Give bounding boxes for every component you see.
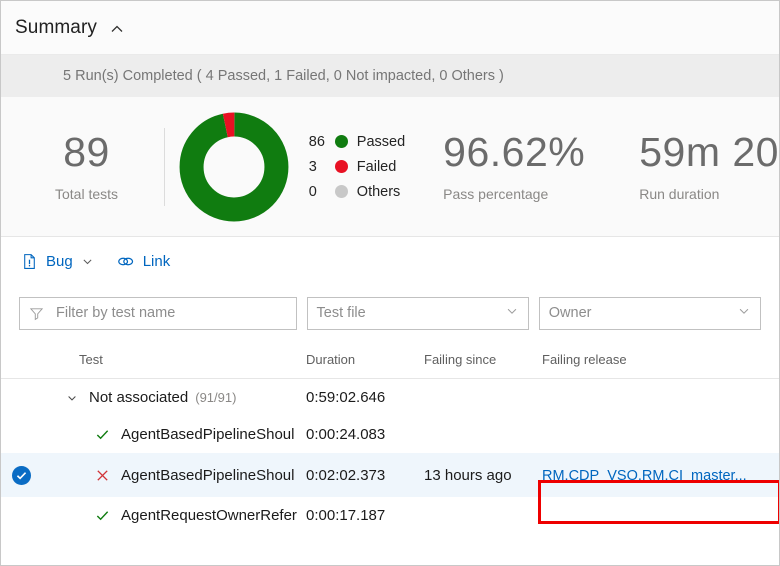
legend-label-others: Others xyxy=(356,183,401,200)
column-header-duration[interactable]: Duration xyxy=(306,352,424,367)
total-tests-stat: 89 Total tests xyxy=(1,128,164,203)
legend-item-passed: 86 Passed xyxy=(309,134,405,150)
link-button[interactable]: Link xyxy=(116,252,171,270)
outcome-donut-chart xyxy=(173,111,295,223)
bug-file-icon xyxy=(21,253,38,270)
test-name: AgentBasedPipelineShoul xyxy=(121,426,295,443)
row-failing-since: 13 hours ago xyxy=(424,466,512,484)
legend-dot-passed xyxy=(334,135,348,148)
failing-release-link[interactable]: RM.CDP_VSO.RM.CI_master... xyxy=(542,468,747,484)
legend-dot-failed xyxy=(334,160,348,173)
link-icon xyxy=(116,253,135,270)
row-select-cell[interactable] xyxy=(1,465,41,485)
run-duration-value: 59m 20 xyxy=(639,128,779,175)
page-title: Summary xyxy=(15,16,97,38)
chevron-down-icon[interactable] xyxy=(63,392,81,404)
bug-button-label: Bug xyxy=(46,252,73,270)
chevron-down-icon[interactable] xyxy=(737,304,751,322)
check-icon xyxy=(89,427,115,442)
filters-row: Filter by test name Test file Owner xyxy=(1,285,779,341)
funnel-icon xyxy=(29,306,44,321)
legend-label-failed: Failed xyxy=(356,158,397,175)
run-duration-stat: 59m 20 Run duration xyxy=(639,128,779,203)
filter-owner-value: Owner xyxy=(548,305,592,321)
legend-dot-others xyxy=(334,185,348,198)
link-button-label: Link xyxy=(142,252,171,270)
legend-count-failed: 3 xyxy=(308,158,317,175)
test-cell[interactable]: AgentRequestOwnerRefer xyxy=(41,507,306,524)
pass-percentage-label: Pass percentage xyxy=(443,186,549,203)
legend-count-passed: 86 xyxy=(308,133,325,150)
pass-percentage-value: 96.62% xyxy=(443,128,586,175)
filter-test-name-placeholder: Filter by test name xyxy=(56,305,176,321)
test-results-summary-panel: Summary 5 Run(s) Completed ( 4 Passed, 1… xyxy=(0,0,780,566)
row-duration: 0:00:24.083 xyxy=(306,426,386,443)
total-tests-label: Total tests xyxy=(55,186,119,203)
summary-header[interactable]: Summary xyxy=(1,1,779,55)
check-circle-filled-icon[interactable] xyxy=(11,465,31,485)
legend-label-passed: Passed xyxy=(356,133,406,150)
filter-test-name-field[interactable]: Filter by test name xyxy=(19,296,297,330)
row-duration: 0:00:17.187 xyxy=(306,507,386,524)
test-cell[interactable]: AgentBasedPipelineShoul xyxy=(41,467,306,484)
chevron-down-icon[interactable] xyxy=(81,255,94,268)
legend-count-others: 0 xyxy=(308,183,317,200)
runs-completed-bar: 5 Run(s) Completed ( 4 Passed, 1 Failed,… xyxy=(1,55,779,97)
group-count: (91/91) xyxy=(195,390,237,405)
column-header-failing-release[interactable]: Failing release xyxy=(542,352,779,367)
runs-completed-text: 5 Run(s) Completed ( 4 Passed, 1 Failed,… xyxy=(63,68,504,84)
test-cell[interactable]: AgentBasedPipelineShoul xyxy=(41,426,306,443)
legend-item-failed: 3 Failed xyxy=(309,159,405,175)
table-row[interactable]: AgentBasedPipelineShoul 0:02:02.373 13 h… xyxy=(1,453,779,497)
column-header-test[interactable]: Test xyxy=(41,352,306,367)
row-duration: 0:02:02.373 xyxy=(306,466,386,484)
filter-owner-dropdown[interactable]: Owner xyxy=(538,296,761,330)
test-name: AgentBasedPipelineShoul xyxy=(121,466,295,484)
run-duration-label: Run duration xyxy=(639,186,720,203)
chevron-down-icon[interactable] xyxy=(505,304,519,322)
actions-toolbar: Bug Link xyxy=(1,237,779,285)
results-table-header: Test Duration Failing since Failing rele… xyxy=(1,341,779,379)
bug-button[interactable]: Bug xyxy=(21,253,94,270)
donut-slice-passed xyxy=(179,112,289,221)
filter-test-file-dropdown[interactable]: Test file xyxy=(306,296,529,330)
row-failing-release-cell: RM.CDP_VSO.RM.CI_master... xyxy=(542,467,779,484)
chevron-up-icon[interactable] xyxy=(109,21,125,37)
legend-item-others: 0 Others xyxy=(309,184,405,200)
check-icon xyxy=(89,508,115,523)
stats-strip: 89 Total tests 86 Passed 3 Failed 0 Othe… xyxy=(1,97,779,237)
group-cell[interactable]: Not associated (91/91) xyxy=(41,389,306,406)
stats-divider xyxy=(164,127,165,206)
total-tests-value: 89 xyxy=(63,128,110,175)
table-row[interactable]: AgentRequestOwnerRefer 0:00:17.187 xyxy=(1,497,779,534)
filter-test-file-value: Test file xyxy=(316,305,366,321)
x-icon xyxy=(89,468,115,483)
pass-percentage-stat: 96.62% Pass percentage xyxy=(443,128,586,203)
table-row[interactable]: Not associated (91/91) 0:59:02.646 xyxy=(1,379,779,416)
table-row[interactable]: AgentBasedPipelineShoul 0:00:24.083 xyxy=(1,416,779,453)
group-name: Not associated xyxy=(89,389,189,406)
outcome-legend: 86 Passed 3 Failed 0 Others xyxy=(309,134,405,200)
test-name: AgentRequestOwnerRefer xyxy=(121,507,297,524)
column-header-failing-since[interactable]: Failing since xyxy=(424,352,542,367)
row-duration: 0:59:02.646 xyxy=(306,389,386,406)
